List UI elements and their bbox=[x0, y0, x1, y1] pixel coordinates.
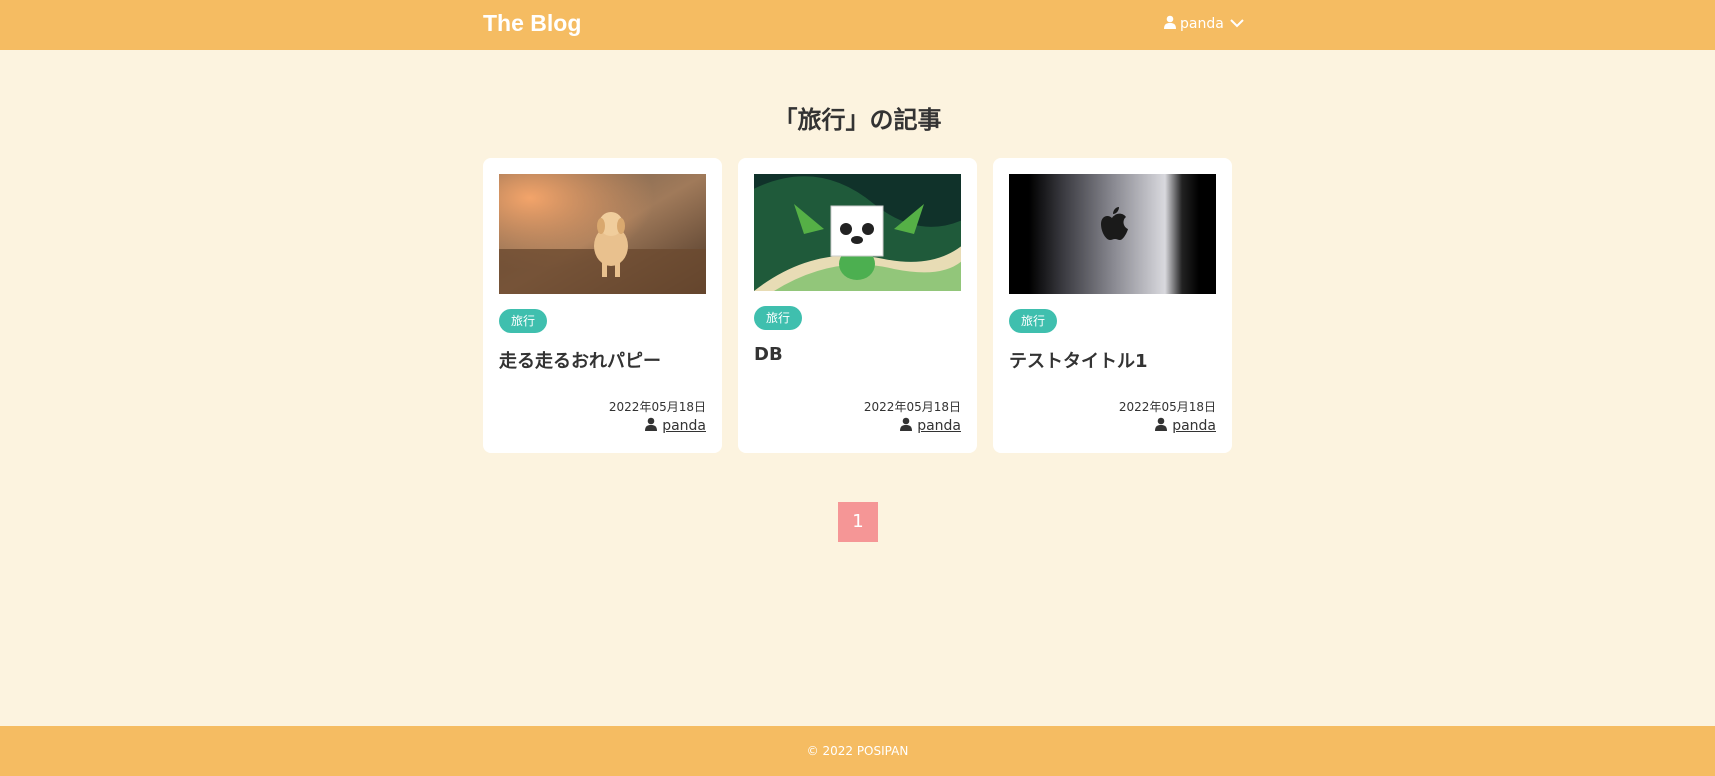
user-menu-name: panda bbox=[1180, 16, 1224, 32]
post-date: 2022年05月18日 bbox=[863, 400, 961, 414]
author-link[interactable]: panda bbox=[917, 418, 961, 434]
pagination-current-page[interactable]: 1 bbox=[838, 502, 878, 542]
post-title[interactable]: 走る走るおれパピー bbox=[499, 347, 661, 373]
post-thumbnail[interactable] bbox=[754, 174, 961, 291]
post-title[interactable]: テストタイトル1 bbox=[1009, 347, 1148, 373]
site-header: The Blog panda bbox=[0, 0, 1715, 50]
post-author: panda bbox=[645, 417, 706, 435]
author-link[interactable]: panda bbox=[1172, 418, 1216, 434]
post-card[interactable]: 旅行 DB 2022年05月18日 panda bbox=[738, 158, 977, 453]
page-title: 「旅行」の記事 bbox=[773, 106, 942, 134]
copyright-text: © 2022 POSIPAN bbox=[806, 744, 909, 758]
chevron-down-icon bbox=[1230, 16, 1244, 32]
post-thumbnail[interactable] bbox=[499, 174, 706, 294]
post-date: 2022年05月18日 bbox=[1118, 400, 1216, 414]
post-card[interactable]: 旅行 テストタイトル1 2022年05月18日 panda bbox=[993, 158, 1232, 453]
category-tag[interactable]: 旅行 bbox=[754, 306, 803, 330]
category-tag[interactable]: 旅行 bbox=[1009, 309, 1058, 333]
post-author: panda bbox=[1155, 417, 1216, 435]
user-icon bbox=[1164, 15, 1176, 33]
post-card[interactable]: 旅行 走る走るおれパピー 2022年05月18日 panda bbox=[483, 158, 722, 453]
user-menu-toggle[interactable]: panda bbox=[1164, 15, 1244, 33]
site-footer: © 2022 POSIPAN bbox=[0, 726, 1715, 776]
site-logo[interactable]: The Blog bbox=[483, 10, 581, 37]
post-author: panda bbox=[900, 417, 961, 435]
category-tag[interactable]: 旅行 bbox=[499, 309, 548, 333]
post-date: 2022年05月18日 bbox=[608, 400, 706, 414]
user-icon bbox=[900, 417, 913, 435]
post-thumbnail[interactable] bbox=[1009, 174, 1216, 294]
author-link[interactable]: panda bbox=[662, 418, 706, 434]
user-icon bbox=[645, 417, 658, 435]
user-icon bbox=[1155, 417, 1168, 435]
post-title[interactable]: DB bbox=[754, 344, 783, 365]
